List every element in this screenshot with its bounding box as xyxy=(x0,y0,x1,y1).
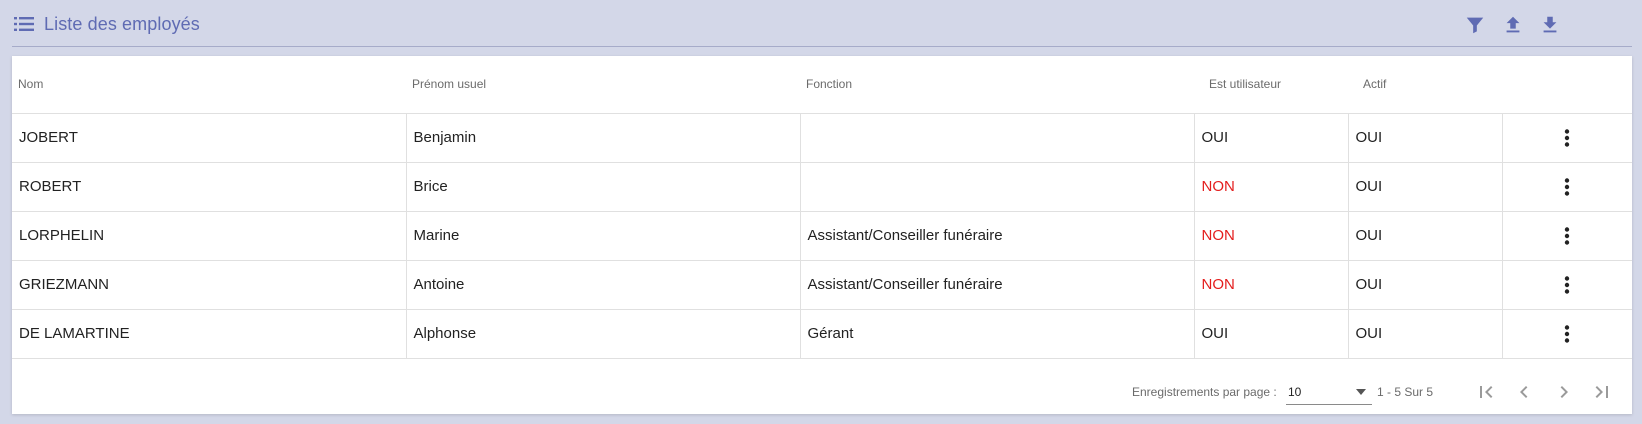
cell-nom: LORPHELIN xyxy=(12,211,407,261)
cell-fonction: Assistant/Conseiller funéraire xyxy=(800,211,1195,261)
column-header-actions xyxy=(1502,56,1632,114)
more-vertical-icon xyxy=(1565,226,1570,245)
next-page-icon xyxy=(1560,386,1568,398)
page-title: Liste des employés xyxy=(44,14,200,34)
per-page-label: Enregistrements par page : xyxy=(1132,385,1277,399)
cell-fonction: Assistant/Conseiller funéraire xyxy=(800,260,1195,310)
cell-actif: OUI xyxy=(1348,211,1503,261)
cell-actif: OUI xyxy=(1348,309,1503,359)
download-icon xyxy=(1543,16,1557,33)
filter-icon xyxy=(1466,17,1484,34)
row-actions-button[interactable] xyxy=(1502,211,1632,261)
row-actions-button[interactable] xyxy=(1502,162,1632,212)
column-header-actif[interactable]: Actif xyxy=(1348,56,1502,114)
table-row[interactable]: JOBERT Benjamin OUI OUI xyxy=(12,113,1632,163)
cell-prenom: Brice xyxy=(406,162,801,212)
cell-actif: OUI xyxy=(1348,260,1503,310)
per-page-value: 10 xyxy=(1288,385,1302,399)
cell-nom: DE LAMARTINE xyxy=(12,309,407,359)
cell-actif: OUI xyxy=(1348,162,1503,212)
column-header-fonction[interactable]: Fonction xyxy=(800,56,1194,114)
table-row[interactable]: DE LAMARTINE Alphonse Gérant OUI OUI xyxy=(12,309,1632,359)
first-page-icon xyxy=(1480,386,1493,398)
table-row[interactable]: LORPHELIN Marine Assistant/Conseiller fu… xyxy=(12,211,1632,261)
pagination-range: 1 - 5 Sur 5 xyxy=(1377,385,1434,399)
cell-nom: GRIEZMANN xyxy=(12,260,407,310)
table-row[interactable]: GRIEZMANN Antoine Assistant/Conseiller f… xyxy=(12,260,1632,310)
column-header-nom[interactable]: Nom xyxy=(12,56,406,114)
upload-icon xyxy=(1506,16,1520,33)
last-page-icon xyxy=(1595,386,1608,398)
per-page-select[interactable]: 10 xyxy=(1286,379,1372,405)
cell-prenom: Alphonse xyxy=(406,309,801,359)
cell-fonction xyxy=(800,162,1195,212)
pagination-bar: Enregistrements par page : 10 1 - 5 Sur … xyxy=(12,357,1632,414)
more-vertical-icon xyxy=(1565,275,1570,294)
filter-button[interactable] xyxy=(1464,14,1486,36)
employees-table-card: Nom Prénom usuel Fonction Est utilisateu… xyxy=(12,56,1632,414)
caret-down-icon xyxy=(1356,389,1366,395)
cell-prenom: Marine xyxy=(406,211,801,261)
upload-button[interactable] xyxy=(1502,14,1524,36)
cell-utilisateur: NON xyxy=(1194,260,1349,310)
cell-actif: OUI xyxy=(1348,113,1503,163)
cell-utilisateur: OUI xyxy=(1194,113,1349,163)
more-vertical-icon xyxy=(1565,324,1570,343)
cell-utilisateur: OUI xyxy=(1194,309,1349,359)
more-vertical-icon xyxy=(1565,128,1570,147)
row-actions-button[interactable] xyxy=(1502,113,1632,163)
cell-prenom: Benjamin xyxy=(406,113,801,163)
cell-fonction: Gérant xyxy=(800,309,1195,359)
cell-nom: JOBERT xyxy=(12,113,407,163)
cell-prenom: Antoine xyxy=(406,260,801,310)
column-header-prenom[interactable]: Prénom usuel xyxy=(406,56,800,114)
employees-table: Nom Prénom usuel Fonction Est utilisateu… xyxy=(12,56,1632,359)
first-page-button[interactable] xyxy=(1474,380,1498,404)
last-page-button[interactable] xyxy=(1590,380,1614,404)
list-icon xyxy=(14,17,34,31)
cell-utilisateur: NON xyxy=(1194,162,1349,212)
next-page-button[interactable] xyxy=(1552,380,1576,404)
prev-page-icon xyxy=(1520,386,1528,398)
table-row[interactable]: ROBERT Brice NON OUI xyxy=(12,162,1632,212)
column-header-utilisateur[interactable]: Est utilisateur xyxy=(1194,56,1348,114)
more-vertical-icon xyxy=(1565,177,1570,196)
table-header-row: Nom Prénom usuel Fonction Est utilisateu… xyxy=(12,56,1632,114)
page-header: Liste des employés xyxy=(12,0,1632,47)
cell-nom: ROBERT xyxy=(12,162,407,212)
row-actions-button[interactable] xyxy=(1502,309,1632,359)
row-actions-button[interactable] xyxy=(1502,260,1632,310)
cell-fonction xyxy=(800,113,1195,163)
download-button[interactable] xyxy=(1539,14,1561,36)
prev-page-button[interactable] xyxy=(1512,380,1536,404)
cell-utilisateur: NON xyxy=(1194,211,1349,261)
